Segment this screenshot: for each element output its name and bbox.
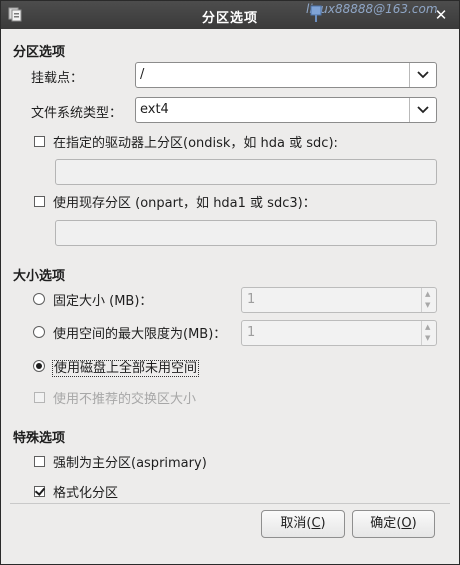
special-options-heading: 特殊选项 (13, 431, 66, 446)
title-bar[interactable]: linux88888@163.com 分区选项 ✕ (1, 1, 459, 29)
ondisk-label[interactable]: 在指定的驱动器上分区(ondisk，如 hda 或 sdc): (53, 132, 338, 151)
partition-options-heading: 分区选项 (13, 45, 66, 60)
mount-point-label: 挂载点： (31, 71, 84, 86)
fs-type-combo[interactable]: ext4 (135, 97, 437, 123)
onpart-input[interactable] (55, 220, 437, 246)
cancel-label: 取消 (280, 516, 307, 531)
spin-down-icon[interactable]: ▼ (425, 301, 430, 309)
fill-disk-label[interactable]: 使用磁盘上全部未用空间 (52, 357, 200, 377)
recommended-swap-checkbox[interactable] (34, 392, 45, 403)
ondisk-input[interactable] (55, 159, 437, 185)
asprimary-label[interactable]: 强制为主分区(asprimary) (53, 452, 207, 471)
spin-up-icon[interactable]: ▲ (425, 323, 430, 331)
spinner-buttons[interactable]: ▲ ▼ (421, 321, 436, 345)
mount-point-combo[interactable]: / (135, 62, 437, 88)
format-label[interactable]: 格式化分区 (53, 482, 118, 501)
ok-button[interactable]: 确定(O) (352, 510, 435, 538)
onpart-label[interactable]: 使用现存分区 (onpart，如 hda1 或 sdc3)： (53, 192, 316, 211)
fixed-size-label[interactable]: 固定大小 (MB)： (53, 290, 152, 309)
recommended-swap-label: 使用不推荐的交换区大小 (53, 392, 197, 407)
max-size-radio[interactable] (33, 326, 45, 338)
chevron-down-icon[interactable] (409, 98, 436, 122)
onpart-checkbox[interactable] (34, 196, 45, 207)
fill-disk-label-text: 使用磁盘上全部未用空间 (52, 360, 200, 377)
max-size-label[interactable]: 使用空间的最大限度为(MB)： (53, 323, 226, 342)
window-title: 分区选项 (201, 11, 258, 26)
max-size-value: 1 (247, 325, 256, 340)
size-options-heading: 大小选项 (13, 269, 66, 284)
fs-type-label: 文件系统类型： (31, 106, 123, 121)
format-checkbox[interactable] (34, 486, 45, 497)
fixed-size-value: 1 (247, 292, 256, 307)
max-size-spinner[interactable]: 1 ▲ ▼ (241, 320, 437, 346)
cancel-mnemonic: C (311, 516, 321, 531)
spin-up-icon[interactable]: ▲ (425, 290, 430, 298)
mount-point-value: / (140, 67, 145, 82)
close-icon[interactable]: ✕ (431, 5, 451, 25)
chevron-down-icon[interactable] (409, 63, 436, 87)
separator (10, 503, 450, 504)
fixed-size-radio[interactable] (33, 293, 45, 305)
asprimary-checkbox[interactable] (34, 456, 45, 467)
ok-mnemonic: O (401, 516, 412, 531)
partition-options-dialog: linux88888@163.com 分区选项 ✕ 分区选项 挂载点： / 文件… (0, 0, 460, 565)
spin-down-icon[interactable]: ▼ (425, 334, 430, 342)
spinner-buttons[interactable]: ▲ ▼ (421, 288, 436, 312)
fs-type-value: ext4 (140, 102, 169, 117)
fill-disk-radio[interactable] (33, 360, 45, 372)
cancel-button[interactable]: 取消(C) (261, 510, 345, 538)
ondisk-checkbox[interactable] (34, 136, 45, 147)
ok-label: 确定 (370, 516, 397, 531)
fixed-size-spinner[interactable]: 1 ▲ ▼ (241, 287, 437, 313)
